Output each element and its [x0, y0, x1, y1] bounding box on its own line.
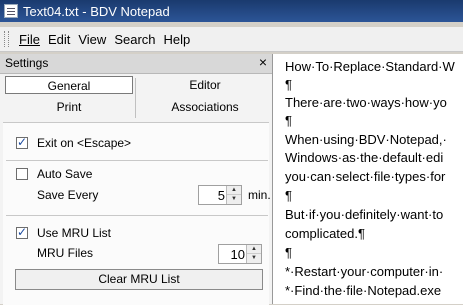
menu-search-label: Search	[114, 31, 156, 47]
tab-print[interactable]: Print	[5, 98, 133, 116]
use-mru-checkbox[interactable]	[16, 225, 28, 239]
menu-file[interactable]: File	[15, 32, 44, 47]
mru-files-stepper[interactable]: 10 ▲ ▼	[218, 244, 262, 264]
exit-on-escape-label: Exit on <Escape>	[37, 136, 132, 150]
text-line: How·To·Replace·Standard·W	[285, 59, 455, 74]
close-icon[interactable]: ×	[259, 54, 267, 70]
spin-down-icon[interactable]: ▼	[227, 195, 241, 204]
tab-editor[interactable]: Editor	[140, 76, 270, 94]
menu-search[interactable]: Search	[110, 32, 159, 47]
mru-files-value: 10	[230, 247, 245, 262]
tab-associations[interactable]: Associations	[140, 98, 270, 116]
save-every-stepper[interactable]: 5 ▲ ▼	[198, 185, 242, 205]
text-line: There·are·two·ways·how·yo	[285, 95, 447, 110]
text-line: ¶	[285, 245, 292, 260]
notepad-icon	[4, 4, 18, 18]
menu-bar: File Edit View Search Help	[0, 27, 463, 52]
menu-edit-label: Edit	[47, 31, 71, 47]
settings-title: Settings	[5, 56, 49, 70]
settings-panel: Settings × General Editor Print Associat…	[0, 54, 273, 305]
save-every-label: Save Every	[37, 188, 99, 202]
save-every-value: 5	[217, 188, 225, 203]
text-line: Windows·as·the·default·edi	[285, 150, 444, 165]
clear-mru-button[interactable]: Clear MRU List	[15, 269, 263, 290]
spin-buttons: ▲ ▼	[246, 245, 261, 263]
text-line: *·Find·the·file·Notepad.exe	[285, 283, 442, 298]
spin-up-icon[interactable]: ▲	[227, 186, 241, 195]
menu-help-label: Help	[163, 31, 191, 47]
spin-down-icon[interactable]: ▼	[247, 254, 261, 263]
menu-file-label: File	[19, 31, 40, 47]
window-title: Text04.txt - BDV Notepad	[23, 3, 170, 19]
use-mru-label: Use MRU List	[37, 226, 112, 240]
title-bar: Text04.txt - BDV Notepad	[0, 0, 463, 22]
divider	[6, 160, 268, 161]
settings-header: Settings ×	[0, 54, 272, 74]
text-line: But·if·you·definitely·want·to	[285, 207, 444, 222]
spin-buttons: ▲ ▼	[226, 186, 241, 204]
auto-save-label: Auto Save	[37, 167, 93, 181]
tab-general[interactable]: General	[5, 76, 133, 94]
menu-view[interactable]: View	[74, 32, 110, 47]
divider	[6, 215, 268, 216]
text-line: complicated.¶	[285, 226, 365, 241]
menu-help[interactable]: Help	[160, 32, 195, 47]
exit-on-escape-checkbox[interactable]	[16, 135, 28, 149]
toolbar-grip[interactable]	[4, 31, 9, 47]
text-line: ¶	[285, 188, 292, 203]
text-line: *·Restart·your·computer·in·	[285, 264, 444, 279]
text-line: ¶	[285, 113, 292, 128]
text-line: ¶	[285, 77, 292, 92]
tab-divider	[135, 78, 136, 118]
auto-save-checkbox[interactable]	[16, 168, 28, 180]
mru-files-label: MRU Files	[37, 246, 93, 260]
text-line: When·using·BDV·Notepad,·	[285, 132, 447, 147]
save-every-unit: min.	[248, 188, 271, 202]
menu-edit[interactable]: Edit	[44, 32, 74, 47]
text-editor[interactable]: How·To·Replace·Standard·W ¶ There·are·tw…	[273, 54, 463, 304]
text-line: you·can·select·file·types·for	[285, 169, 446, 184]
spin-up-icon[interactable]: ▲	[247, 245, 261, 254]
menu-view-label: View	[78, 31, 107, 47]
